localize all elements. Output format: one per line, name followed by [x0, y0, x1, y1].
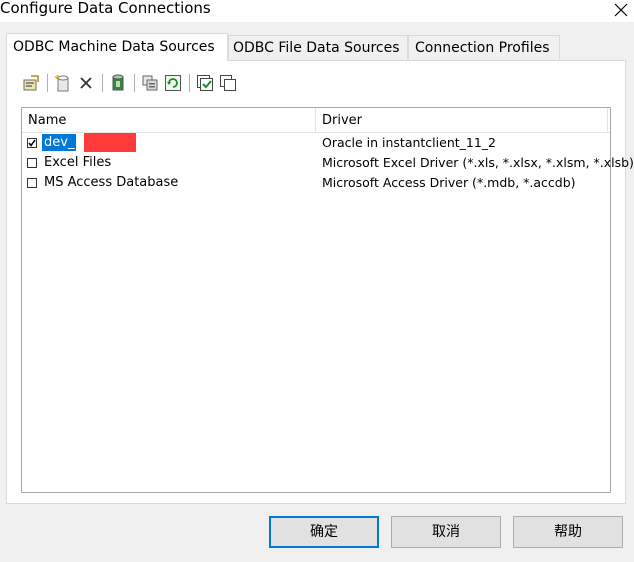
row-driver: Microsoft Access Driver (*.mdb, *.accdb) [322, 175, 576, 190]
database-button[interactable] [108, 73, 128, 93]
title-bar: Configure Data Connections [0, 0, 634, 22]
configure-button[interactable] [140, 73, 160, 93]
copy-icon [220, 75, 236, 91]
edit-properties-icon [23, 75, 39, 91]
row-checkbox[interactable] [27, 138, 37, 148]
close-button[interactable] [608, 0, 634, 20]
list-header: Name Driver [22, 108, 610, 133]
check-all-icon [197, 75, 213, 91]
check-all-button[interactable] [195, 73, 215, 93]
row-name: MS Access Database [44, 175, 179, 190]
row-name: Excel Files [44, 155, 112, 170]
delete-icon [80, 77, 92, 89]
column-header-driver[interactable]: Driver [316, 108, 608, 132]
row-checkbox[interactable] [27, 158, 37, 168]
data-source-list[interactable]: Name Driver dev_ Oracle in instantclient… [21, 107, 634, 493]
row-driver: Oracle in instantclient_11_2 [322, 135, 496, 150]
tab-odbc-machine-data-sources[interactable]: ODBC Machine Data Sources [6, 33, 228, 61]
database-icon [112, 74, 124, 91]
close-icon [614, 3, 628, 17]
edit-properties-button[interactable] [21, 73, 41, 93]
configure-icon [142, 75, 158, 91]
redaction-mark [84, 133, 136, 152]
tab-connection-profiles[interactable]: Connection Profiles [408, 35, 560, 59]
new-datasource-icon [55, 74, 69, 92]
column-header-name[interactable]: Name [22, 108, 316, 132]
help-button[interactable]: 帮助 [513, 516, 623, 548]
toolbar-separator [102, 74, 103, 92]
refresh-icon [165, 75, 181, 91]
copy-button[interactable] [218, 73, 238, 93]
row-name: dev_ [42, 134, 77, 151]
refresh-button[interactable] [163, 73, 183, 93]
list-item[interactable]: MS Access Database Microsoft Access Driv… [22, 173, 610, 193]
window-title: Configure Data Connections [0, 0, 211, 17]
list-item[interactable]: dev_ Oracle in instantclient_11_2 [22, 133, 610, 153]
toolbar-separator [47, 74, 48, 92]
row-checkbox[interactable] [27, 178, 37, 188]
toolbar [21, 72, 241, 94]
toolbar-separator [189, 74, 190, 92]
list-item[interactable]: Excel Files Microsoft Excel Driver (*.xl… [22, 153, 634, 173]
cancel-button[interactable]: 取消 [391, 516, 501, 548]
delete-button[interactable] [76, 73, 96, 93]
row-driver: Microsoft Excel Driver (*.xls, *.xlsx, *… [322, 155, 634, 170]
checkmark-icon [28, 139, 36, 147]
tab-panel: Name Driver dev_ Oracle in instantclient… [6, 60, 634, 504]
tab-odbc-file-data-sources[interactable]: ODBC File Data Sources [228, 35, 408, 59]
new-datasource-button[interactable] [53, 73, 73, 93]
ok-button[interactable]: 确定 [269, 516, 379, 548]
toolbar-separator [134, 74, 135, 92]
